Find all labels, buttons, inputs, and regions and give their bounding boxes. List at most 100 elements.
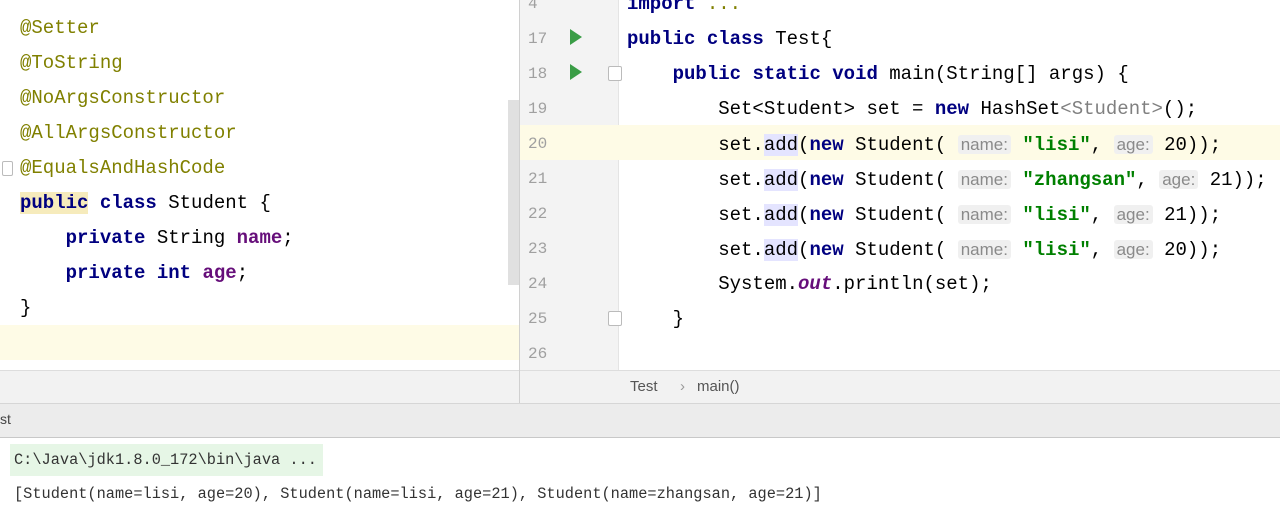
code-token: set. [627,134,764,156]
code-line: set.add(new Student( name: "lisi", age: … [627,232,1221,267]
student-editor[interactable]: @Setter @ToString @NoArgsConstructor @AllAr… [0,0,520,370]
code-token: String [145,227,237,249]
code-token: Test{ [763,28,833,50]
line-number: 18 [528,65,548,83]
code-token: Student( [843,169,958,191]
code-token: new [934,98,970,120]
code-line: @Setter [20,11,100,46]
code-token: new [809,169,844,191]
code-token: private [65,262,146,284]
code-line: System.out.println(set); [627,267,992,302]
code-token: main(String[] args) { [877,63,1129,85]
code-token: ( [798,169,810,191]
code-token: , [1136,169,1160,191]
run-class-icon[interactable] [570,29,582,45]
code-token: @NoArgsConstructor [20,87,226,109]
code-token: System. [627,273,799,295]
code-token: , [1090,134,1114,156]
code-token: add [763,169,799,191]
line-number: 21 [528,170,548,188]
code-token: (); [1162,98,1198,120]
fold-icon[interactable] [608,311,622,326]
breadcrumb-item-main[interactable]: main() [697,370,740,403]
line-number: 22 [528,205,548,223]
code-token: } [20,297,32,319]
test-editor[interactable]: 4 17 18 19 20 21 22 23 24 25 26 import ... public c… [520,0,1280,370]
code-token: new [809,134,844,156]
line-number: 20 [528,135,548,153]
parameter-hint: name: [957,205,1011,224]
code-token: import [627,0,696,15]
code-token: Student { [156,192,271,214]
current-line-highlight [0,325,519,360]
fold-icon[interactable] [2,161,13,176]
code-token: ; [282,227,294,249]
code-token: set. [627,169,764,191]
breadcrumb-item-test[interactable]: Test [630,370,658,403]
code-line: @AllArgsConstructor [20,116,237,151]
code-token: age [202,262,237,284]
code-token: name [236,227,283,249]
fold-icon[interactable] [608,66,622,81]
left-scrollbar[interactable] [508,100,519,285]
code-token: public [627,28,696,50]
code-token: 21)); [1198,169,1267,191]
code-token: Student( [843,134,958,156]
code-line: set.add(new Student( name: "zhangsan", a… [627,162,1267,197]
code-token: public [672,63,742,85]
code-token: class [99,192,157,214]
parameter-hint: age: [1113,135,1153,154]
code-token: @Setter [20,17,100,39]
code-token: , [1090,239,1114,261]
code-token: new [809,204,844,226]
code-line: @NoArgsConstructor [20,81,225,116]
code-line: set.add(new Student( name: "lisi", age: … [627,127,1221,162]
code-line: private int age; [20,256,248,291]
parameter-hint: age: [1113,205,1153,224]
code-token: public [20,192,89,214]
code-line: public class Test{ [627,22,832,57]
code-token: 20)); [1152,239,1222,261]
code-token: int [156,262,192,284]
code-token: @AllArgsConstructor [20,122,237,144]
line-number: 24 [528,275,548,293]
line-number: 17 [528,30,548,48]
code-token: @EqualsAndHashCode [20,157,226,179]
code-token: Set<Student> set = [627,98,935,120]
code-token: Student( [843,204,958,226]
code-token: , [1090,204,1114,226]
code-token: "lisi" [1022,239,1091,261]
code-token: @ToString [20,52,123,74]
code-token: .println(set); [832,273,992,295]
run-tab[interactable]: st [0,403,11,436]
code-token: class [706,28,764,50]
code-token: out [798,273,833,295]
run-main-icon[interactable] [570,64,582,80]
code-token: "lisi" [1022,204,1091,226]
code-token: HashSet [969,98,1061,120]
line-number: 19 [528,100,548,118]
code-token: add [763,204,799,226]
code-line: @ToString [20,46,123,81]
code-line: } [20,291,31,326]
code-token: 20)); [1152,134,1222,156]
code-line: } [627,302,684,337]
parameter-hint: age: [1159,170,1199,189]
code-token: ( [798,204,810,226]
code-token: "lisi" [1022,134,1091,156]
parameter-hint: age: [1113,240,1153,259]
parameter-hint: name: [957,135,1011,154]
code-token: Student( [843,239,958,261]
